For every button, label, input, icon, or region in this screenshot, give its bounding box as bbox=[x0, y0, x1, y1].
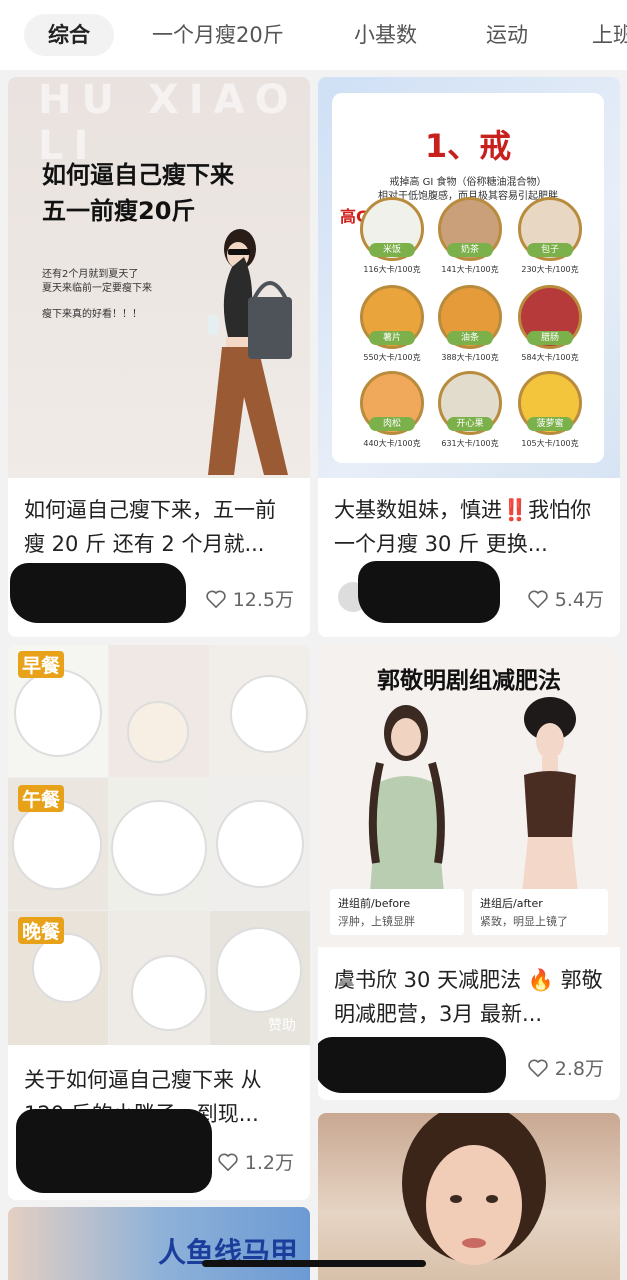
food-label: 薯片 bbox=[369, 331, 415, 345]
food-calorie: 116大卡/100克 bbox=[363, 265, 421, 274]
note-title[interactable]: 大基数姐妹，慎进‼️我怕你一个月瘦 30 斤 更换... bbox=[334, 493, 606, 561]
category-tab-bar: 综合 一个月瘦20斤 小基数 运动 上班 bbox=[0, 0, 627, 70]
after-photo bbox=[522, 697, 578, 893]
note-cover-image[interactable] bbox=[318, 1113, 620, 1280]
tab-lose-20-jin[interactable]: 一个月瘦20斤 bbox=[152, 14, 284, 56]
cover-subtitle: 戒掉高 GI 食物（俗称糖油混合物） bbox=[389, 177, 547, 188]
before-label: 进组前/before bbox=[338, 897, 411, 910]
cover-watermark: HU XIAO LI bbox=[38, 77, 299, 169]
redacted-author bbox=[16, 1109, 212, 1193]
like-count[interactable]: 12.5万 bbox=[205, 585, 294, 612]
note-card[interactable]: HU XIAO LI 如何逼自己瘦下来 五一前瘦20斤 还有2个月就到夏天了 夏… bbox=[8, 77, 310, 637]
food-calorie: 550大卡/100克 bbox=[363, 353, 421, 362]
tab-comprehensive[interactable]: 综合 bbox=[24, 14, 114, 56]
heart-icon bbox=[528, 1059, 548, 1077]
food-calorie: 584大卡/100克 bbox=[521, 353, 579, 362]
note-cover-image[interactable]: 郭敬明剧组减肥法 进组前/before 浮肿，上镜显胖 进组后/after 紧致… bbox=[318, 645, 620, 947]
dinner-label: 晚餐 bbox=[18, 917, 65, 944]
home-indicator[interactable] bbox=[202, 1260, 426, 1267]
food-label: 开心果 bbox=[447, 417, 493, 431]
before-desc: 浮肿，上镜显胖 bbox=[338, 915, 415, 928]
note-cover-image[interactable]: 早餐 午餐 晚餐 赞助 bbox=[8, 645, 310, 1045]
cover-big-title: 1、戒 bbox=[424, 127, 512, 165]
before-photo bbox=[368, 705, 445, 893]
food-calorie: 141大卡/100克 bbox=[441, 265, 499, 274]
food-calorie: 105大卡/100克 bbox=[521, 439, 579, 448]
redacted-author bbox=[358, 561, 500, 623]
note-card[interactable]: 人鱼线马甲 bbox=[8, 1207, 310, 1280]
after-caption-box: 进组后/after 紧致，明显上镜了 bbox=[472, 889, 608, 935]
heart-icon bbox=[206, 590, 226, 608]
cover-text-line: 瘦下来真的好看！！！ bbox=[42, 309, 142, 320]
food-label: 腊肠 bbox=[527, 331, 573, 345]
like-count-value: 5.4万 bbox=[554, 589, 604, 611]
note-title[interactable]: 如何逼自己瘦下来，五一前瘦 20 斤 还有 2 个月就... bbox=[24, 493, 296, 561]
food-label: 菠萝蜜 bbox=[527, 417, 573, 431]
food-calorie: 440大卡/100克 bbox=[363, 439, 421, 448]
note-cover-image[interactable]: 1、戒 戒掉高 GI 食物（俗称糖油混合物） 相对于低饱腹感，而且极其容易引起肥… bbox=[318, 77, 620, 478]
lunch-label: 午餐 bbox=[18, 785, 65, 812]
fashion-illustration bbox=[208, 229, 292, 475]
food-label: 米饭 bbox=[369, 243, 415, 257]
note-card[interactable]: 早餐 午餐 晚餐 赞助 关于如何逼自己瘦下来 从 120 斤的小胖子，到现...… bbox=[8, 645, 310, 1200]
like-count[interactable]: 2.8万 bbox=[527, 1054, 604, 1081]
cover-headline: 郭敬明剧组减肥法 bbox=[377, 668, 561, 694]
like-count-value: 12.5万 bbox=[232, 589, 294, 611]
after-label: 进组后/after bbox=[480, 897, 543, 910]
note-cover-image[interactable]: HU XIAO LI 如何逼自己瘦下来 五一前瘦20斤 还有2个月就到夏天了 夏… bbox=[8, 77, 310, 478]
note-card[interactable]: 郭敬明剧组减肥法 进组前/before 浮肿，上镜显胖 进组后/after 紧致… bbox=[318, 645, 620, 1100]
cover-text-line: 还有2个月就到夏天了 bbox=[42, 269, 139, 280]
note-cover-image[interactable]: 人鱼线马甲 bbox=[8, 1207, 310, 1280]
meal-photo bbox=[109, 911, 209, 1045]
portrait-photo bbox=[402, 1113, 546, 1265]
food-label: 包子 bbox=[527, 243, 573, 257]
note-card[interactable]: 1、戒 戒掉高 GI 食物（俗称糖油混合物） 相对于低饱腹感，而且极其容易引起肥… bbox=[318, 77, 620, 637]
meal-photo bbox=[109, 778, 209, 910]
tab-exercise[interactable]: 运动 bbox=[486, 14, 528, 56]
breakfast-label: 早餐 bbox=[18, 651, 65, 678]
food-label: 肉松 bbox=[369, 417, 415, 431]
like-count[interactable]: 5.4万 bbox=[527, 585, 604, 612]
note-card[interactable] bbox=[318, 1113, 620, 1280]
food-label: 油条 bbox=[447, 331, 493, 345]
food-calorie: 230大卡/100克 bbox=[521, 265, 579, 274]
cover-text-line: 夏天来临前一定要瘦下来 bbox=[42, 283, 152, 294]
tab-small-base[interactable]: 小基数 bbox=[354, 14, 417, 56]
before-caption-box: 进组前/before 浮肿，上镜显胖 bbox=[330, 889, 464, 935]
note-title[interactable]: 虞书欣 30 天减肥法 🔥 郭敬明减肥营，3月 最新... bbox=[334, 963, 606, 1031]
food-calorie: 388大卡/100克 bbox=[441, 353, 499, 362]
like-count[interactable]: 1.2万 bbox=[217, 1148, 294, 1175]
food-label: 奶茶 bbox=[447, 243, 493, 257]
meal-photo bbox=[210, 645, 310, 777]
like-count-value: 2.8万 bbox=[554, 1058, 604, 1080]
meal-photo bbox=[210, 778, 310, 910]
sponsor-tag: 赞助 bbox=[268, 1018, 296, 1034]
tab-work[interactable]: 上班 bbox=[592, 14, 627, 56]
redacted-author bbox=[318, 1037, 506, 1093]
meal-photo bbox=[109, 645, 209, 777]
heart-icon bbox=[218, 1153, 238, 1171]
redacted-author bbox=[10, 563, 186, 623]
after-desc: 紧致，明显上镜了 bbox=[480, 915, 568, 928]
food-calorie: 631大卡/100克 bbox=[441, 439, 499, 448]
cover-headline: 如何逼自己瘦下来 五一前瘦20斤 bbox=[42, 161, 234, 225]
heart-icon bbox=[528, 590, 548, 608]
like-count-value: 1.2万 bbox=[244, 1152, 294, 1174]
